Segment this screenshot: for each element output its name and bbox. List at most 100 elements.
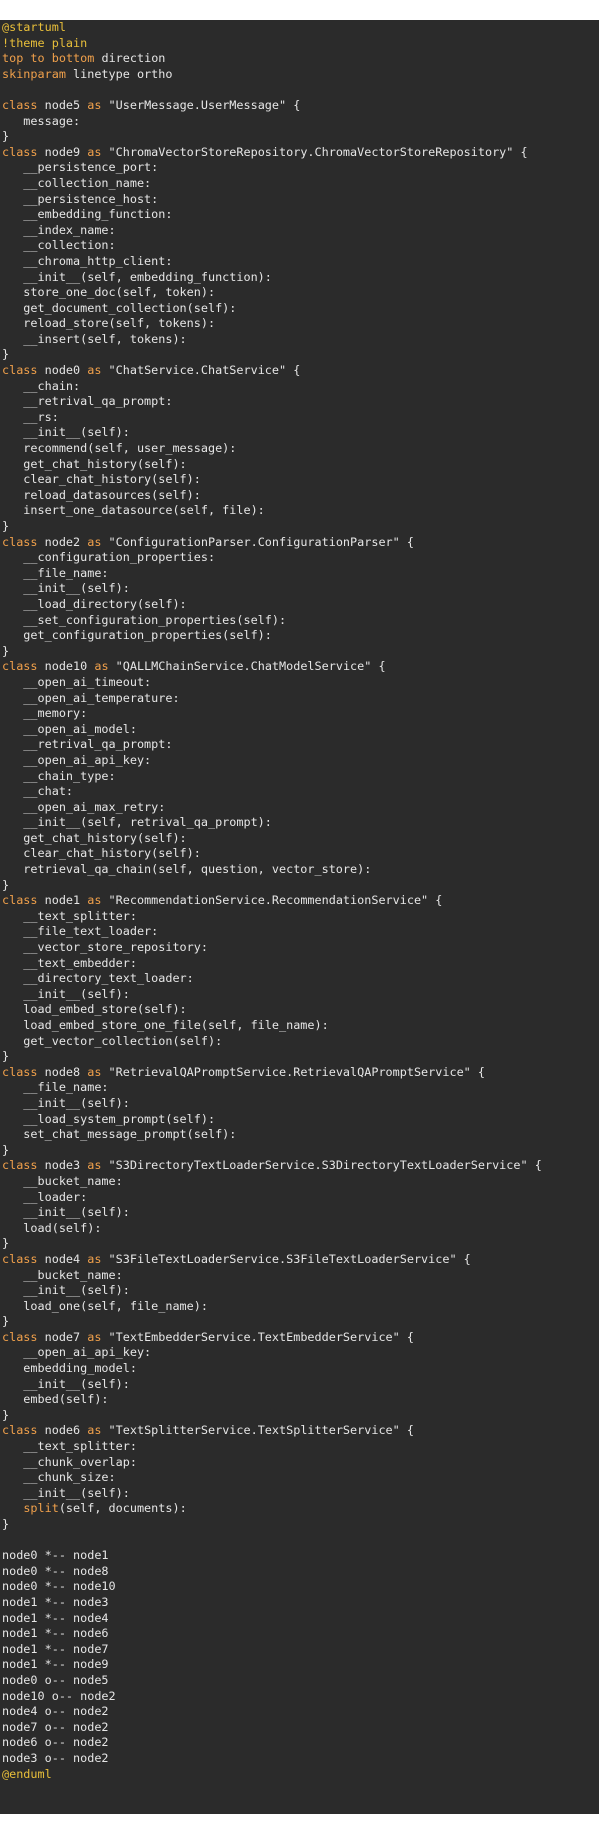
code-text: node10 o-- node2: [2, 1688, 116, 1703]
code-text: node7 o-- node2: [2, 1719, 109, 1734]
code-line: load_embed_store(self):: [0, 1002, 599, 1018]
code-text: insert_one_datasource(self, file):: [2, 503, 265, 518]
code-line: __init__(self, retrival_qa_prompt):: [0, 815, 599, 831]
code-text: store_one_doc(self, token):: [2, 285, 216, 300]
code-line: __text_splitter:: [0, 909, 599, 925]
code-line: __file_name:: [0, 1080, 599, 1096]
code-text: __collection:: [2, 238, 116, 253]
code-line: class node8 as "RetrievalQAPromptService…: [0, 1065, 599, 1081]
code-text: __embedding_function:: [2, 207, 173, 222]
code-text: __init__(self):: [2, 425, 130, 440]
code-text: "ChatService.ChatService" {: [101, 363, 301, 378]
code-line: @startuml: [0, 20, 599, 36]
code-keyword: as: [87, 893, 102, 908]
code-text: node4 o-- node2: [2, 1704, 109, 1719]
code-keyword: as: [87, 1423, 102, 1438]
code-text: __vector_store_repository:: [2, 940, 208, 955]
code-line: class node5 as "UserMessage.UserMessage"…: [0, 98, 599, 114]
code-text: __chroma_http_client:: [2, 253, 173, 268]
code-line: @enduml: [0, 1767, 599, 1783]
code-text: __chunk_size:: [2, 1470, 116, 1485]
code-text: __init__(self):: [2, 1485, 130, 1500]
code-line: __collection:: [0, 238, 599, 254]
code-line: node1 *-- node9: [0, 1657, 599, 1673]
code-line: __chunk_overlap:: [0, 1455, 599, 1471]
code-text: __open_ai_api_key:: [2, 752, 152, 767]
code-line: node0 *-- node8: [0, 1564, 599, 1580]
code-text: node0: [37, 363, 88, 378]
code-text: __chain:: [2, 378, 81, 393]
code-text: load(self):: [2, 1220, 102, 1235]
code-line: node1 *-- node6: [0, 1626, 599, 1642]
code-line: node6 o-- node2: [0, 1735, 599, 1751]
code-text: node1 *-- node9: [2, 1657, 109, 1672]
code-line: __index_name:: [0, 223, 599, 239]
code-text: __chain_type:: [2, 768, 116, 783]
code-line: }: [0, 347, 599, 363]
code-text: __retrival_qa_prompt:: [2, 394, 173, 409]
code-line: __chain:: [0, 379, 599, 395]
code-directive: @enduml: [2, 1766, 52, 1781]
code-line: __directory_text_loader:: [0, 971, 599, 987]
code-text: message:: [2, 113, 81, 128]
code-text: }: [2, 643, 10, 658]
code-line: node7 o-- node2: [0, 1720, 599, 1736]
code-line: class node6 as "TextSplitterService.Text…: [0, 1423, 599, 1439]
code-line: recommend(self, user_message):: [0, 441, 599, 457]
code-text: reload_store(self, tokens):: [2, 316, 216, 331]
code-line: __init__(self):: [0, 425, 599, 441]
code-line: __open_ai_temperature:: [0, 691, 599, 707]
code-line: __vector_store_repository:: [0, 940, 599, 956]
code-line: }: [0, 129, 599, 145]
code-text: node1 *-- node6: [2, 1626, 109, 1641]
code-line: __collection_name:: [0, 176, 599, 192]
code-directive: @startuml: [2, 20, 66, 34]
code-line: __persistence_port:: [0, 160, 599, 176]
code-line: reload_datasources(self):: [0, 488, 599, 504]
code-line: __bucket_name:: [0, 1268, 599, 1284]
code-line: }: [0, 878, 599, 894]
code-text: __rs:: [2, 409, 59, 424]
code-keyword: class: [2, 1329, 38, 1344]
code-text: "TextSplitterService.TextSplitterService…: [101, 1423, 414, 1438]
code-keyword: class: [2, 1158, 38, 1173]
code-directive: !theme plain: [2, 35, 88, 50]
code-line: __open_ai_timeout:: [0, 675, 599, 691]
code-text: __insert(self, tokens):: [2, 331, 187, 346]
code-text: __retrival_qa_prompt:: [2, 737, 173, 752]
code-text: __open_ai_model:: [2, 721, 137, 736]
code-text: }: [2, 877, 10, 892]
code-line: __retrival_qa_prompt:: [0, 737, 599, 753]
code-text: __open_ai_temperature:: [2, 690, 180, 705]
code-line: reload_store(self, tokens):: [0, 316, 599, 332]
code-text: "QALLMChainService.ChatModelService" {: [108, 659, 386, 674]
code-line: __file_name:: [0, 566, 599, 582]
code-text: clear_chat_history(self):: [2, 472, 201, 487]
code-line: __insert(self, tokens):: [0, 332, 599, 348]
code-text: }: [2, 1407, 10, 1422]
code-keyword: top: [2, 51, 24, 66]
code-text: get_chat_history(self):: [2, 830, 187, 845]
code-line: }: [0, 644, 599, 660]
code-line: node1 *-- node4: [0, 1611, 599, 1627]
code-line: load_embed_store_one_file(self, file_nam…: [0, 1018, 599, 1034]
code-text: node0 *-- node1: [2, 1548, 109, 1563]
code-line: __text_embedder:: [0, 956, 599, 972]
code-text: __init__(self):: [2, 1376, 130, 1391]
code-text: embed(self):: [2, 1392, 109, 1407]
code-text: node6: [37, 1423, 88, 1438]
code-text: node7: [37, 1329, 88, 1344]
code-text: "UserMessage.UserMessage" {: [101, 97, 301, 112]
code-line: __load_directory(self):: [0, 597, 599, 613]
code-keyword: split: [23, 1501, 59, 1516]
code-line: class node7 as "TextEmbedderService.Text…: [0, 1330, 599, 1346]
code-text: node6 o-- node2: [2, 1735, 109, 1750]
code-line: load(self):: [0, 1221, 599, 1237]
code-line: __init__(self, embedding_function):: [0, 270, 599, 286]
code-line: node3 o-- node2: [0, 1751, 599, 1767]
code-text: __init__(self):: [2, 1095, 130, 1110]
code-text: node1 *-- node7: [2, 1641, 109, 1656]
